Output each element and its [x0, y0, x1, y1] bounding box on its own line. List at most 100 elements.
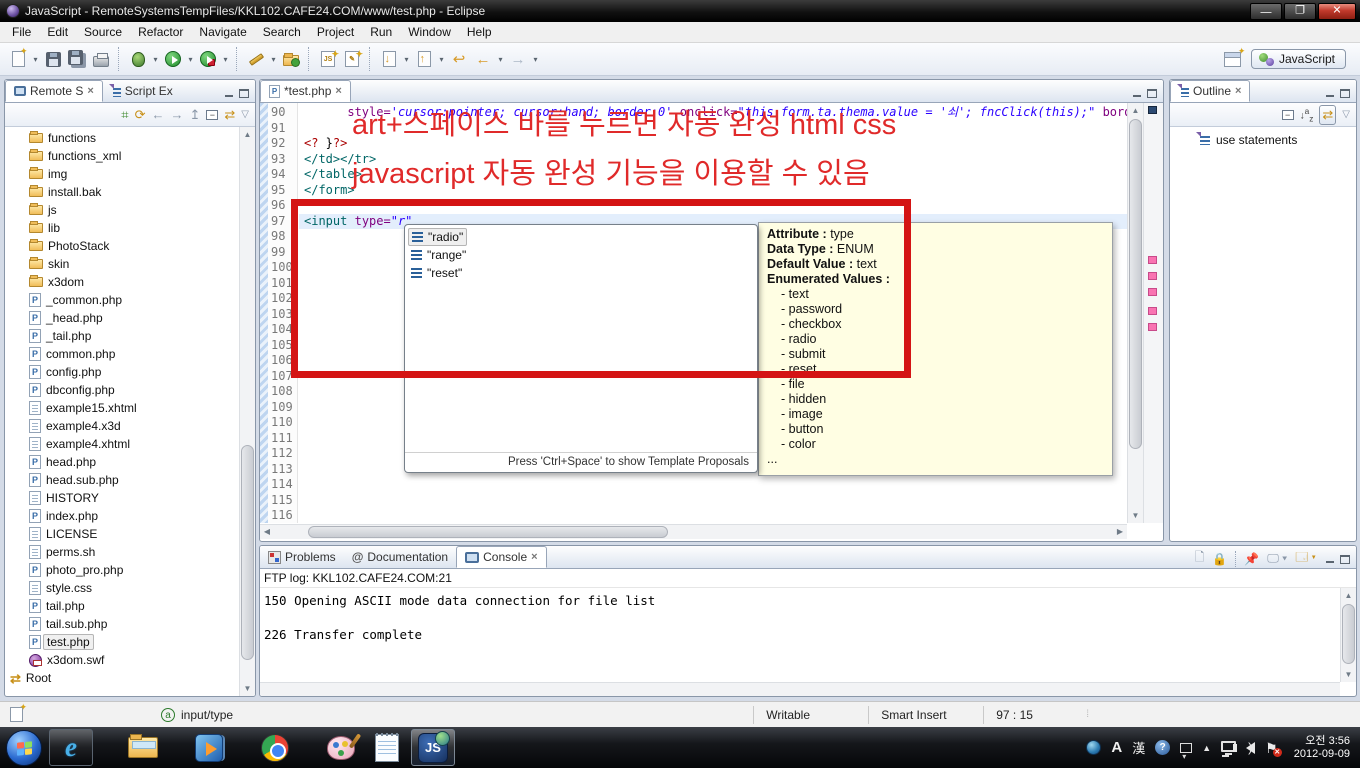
up-nav-icon[interactable]: ↥ [189, 107, 200, 123]
back-button[interactable]: ← [471, 47, 495, 71]
marker-pen-dropdown[interactable]: ▾ [268, 47, 279, 71]
tree-item-example4.xhtml[interactable]: example4.xhtml [5, 435, 239, 453]
taskbar-paint[interactable] [319, 729, 363, 766]
console-tab-close-icon[interactable]: × [531, 551, 537, 563]
scroll-down-icon[interactable]: ▼ [240, 681, 255, 696]
outline-maximize-icon[interactable] [1340, 89, 1350, 98]
tree-item-_common.php[interactable]: P_common.php [5, 291, 239, 309]
tree-item-head.php[interactable]: Phead.php [5, 453, 239, 471]
ime-globe-icon[interactable] [1086, 740, 1101, 755]
menu-refactor[interactable]: Refactor [130, 23, 191, 41]
start-button[interactable] [6, 730, 42, 766]
tree-item-img[interactable]: img [5, 165, 239, 183]
outline-tab-close-icon[interactable]: × [1235, 85, 1241, 97]
tree-item-HISTORY[interactable]: HISTORY [5, 489, 239, 507]
console-scroll-up-icon[interactable]: ▲ [1341, 588, 1356, 603]
tab-documentation[interactable]: @ Documentation [344, 546, 456, 568]
tree-item-perms.sh[interactable]: perms.sh [5, 543, 239, 561]
editor-scroll-down-icon[interactable]: ▼ [1128, 508, 1143, 523]
print-button[interactable] [89, 47, 113, 71]
taskbar-chrome[interactable] [253, 729, 297, 766]
new-js-snippet-button[interactable]: ✎ [340, 47, 364, 71]
taskbar-clock[interactable]: 오전 3:56 2012-09-09 [1288, 735, 1350, 761]
tab-test-php[interactable]: P *test.php × [260, 80, 351, 102]
tree-item-install.bak[interactable]: install.bak [5, 183, 239, 201]
outline-item-use-statements[interactable]: use statements [1170, 131, 1356, 149]
tree-item-lib[interactable]: lib [5, 219, 239, 237]
view-menu-icon[interactable]: ▽ [241, 109, 249, 120]
collapse-all-icon[interactable]: − [206, 110, 218, 120]
task-marker[interactable] [1148, 288, 1157, 296]
tree-item-tail.sub.php[interactable]: Ptail.sub.php [5, 615, 239, 633]
tree-item-common.php[interactable]: Pcommon.php [5, 345, 239, 363]
tree-item-photo_pro.php[interactable]: Pphoto_pro.php [5, 561, 239, 579]
volume-icon[interactable] [1246, 742, 1255, 754]
tree-item-example15.xhtml[interactable]: example15.xhtml [5, 399, 239, 417]
menu-window[interactable]: Window [400, 23, 459, 41]
outline-minimize-icon[interactable] [1325, 89, 1335, 98]
open-resource-button[interactable] [279, 47, 303, 71]
tree-item-skin[interactable]: skin [5, 255, 239, 273]
tab-close-icon[interactable]: × [87, 85, 93, 97]
panel-minimize-icon[interactable] [224, 89, 234, 98]
tree-item-dbconfig.php[interactable]: Pdbconfig.php [5, 381, 239, 399]
scroll-up-icon[interactable]: ▲ [240, 127, 255, 142]
tree-item-style.css[interactable]: style.css [5, 579, 239, 597]
console-maximize-icon[interactable] [1340, 555, 1350, 564]
task-marker[interactable] [1148, 256, 1157, 264]
editor-tab-close-icon[interactable]: × [335, 85, 341, 97]
task-marker[interactable] [1148, 307, 1157, 315]
console-scrollbar[interactable]: ▲ ▼ [1340, 588, 1356, 682]
code-line-114[interactable] [299, 477, 1127, 493]
outline-view-menu-icon[interactable]: ▽ [1342, 109, 1350, 120]
console-scroll-down-icon[interactable]: ▼ [1341, 667, 1356, 682]
export-button[interactable] [412, 47, 436, 71]
taskbar-explorer[interactable] [121, 729, 165, 766]
save-button[interactable] [41, 47, 65, 71]
taskbar-ie[interactable]: e [49, 729, 93, 766]
editor-maximize-icon[interactable] [1147, 89, 1157, 98]
tree-item-Root[interactable]: ⇄Root [5, 669, 239, 687]
editor-scroll-up-icon[interactable]: ▲ [1128, 103, 1143, 118]
editor-minimize-icon[interactable] [1132, 89, 1142, 98]
maximize-button[interactable]: ❐ [1284, 3, 1316, 20]
tree-item-LICENSE[interactable]: LICENSE [5, 525, 239, 543]
scroll-left-icon[interactable]: ◀ [260, 525, 274, 538]
save-all-button[interactable] [65, 47, 89, 71]
outline-link-editor-icon[interactable]: ⇄ [1319, 105, 1336, 125]
show-hidden-icons[interactable]: ▲ [1202, 743, 1211, 753]
open-console-icon[interactable]: 🗔 ▾ [1295, 548, 1316, 569]
scroll-right-icon[interactable]: ▶ [1113, 525, 1127, 538]
external-tools-dropdown[interactable]: ▾ [220, 47, 231, 71]
menu-help[interactable]: Help [459, 23, 500, 41]
menu-edit[interactable]: Edit [39, 23, 76, 41]
panel-maximize-icon[interactable] [239, 89, 249, 98]
menu-run[interactable]: Run [362, 23, 400, 41]
new-dropdown[interactable]: ▾ [30, 47, 41, 71]
pin-console-icon[interactable]: 📌 [1244, 552, 1259, 566]
tree-scrollbar[interactable]: ▲ ▼ [239, 127, 255, 696]
new-wizard-button[interactable] [6, 47, 30, 71]
sort-icon[interactable]: ↓az [1300, 106, 1314, 123]
tree-item-test.php[interactable]: Ptest.php [5, 633, 239, 651]
tree-item-functions_xml[interactable]: functions_xml [5, 147, 239, 165]
code-line-116[interactable] [299, 508, 1127, 523]
import-button[interactable] [377, 47, 401, 71]
editor-horizontal-scrollbar[interactable]: ◀ ▶ [260, 524, 1127, 539]
debug-dropdown[interactable]: ▾ [150, 47, 161, 71]
console-horizontal-scrollbar[interactable] [260, 682, 1340, 696]
last-edit-location-button[interactable]: ↩ [447, 47, 471, 71]
ime-help-icon[interactable]: ? [1155, 740, 1170, 755]
overview-marker[interactable] [1148, 106, 1157, 114]
back-nav-icon[interactable]: ← [151, 107, 164, 122]
tree-item-js[interactable]: js [5, 201, 239, 219]
forward-button[interactable]: → [506, 47, 530, 71]
console-minimize-icon[interactable] [1325, 555, 1335, 564]
ime-lang-a[interactable]: A [1111, 739, 1122, 756]
marker-pen-button[interactable] [244, 47, 268, 71]
task-marker[interactable] [1148, 272, 1157, 280]
refresh-icon[interactable]: ⟳ [135, 107, 146, 123]
tree-item-functions[interactable]: functions [5, 129, 239, 147]
tab-script-explorer[interactable]: Script Ex [103, 80, 181, 102]
link-editor-icon[interactable]: ⇄ [224, 107, 235, 123]
